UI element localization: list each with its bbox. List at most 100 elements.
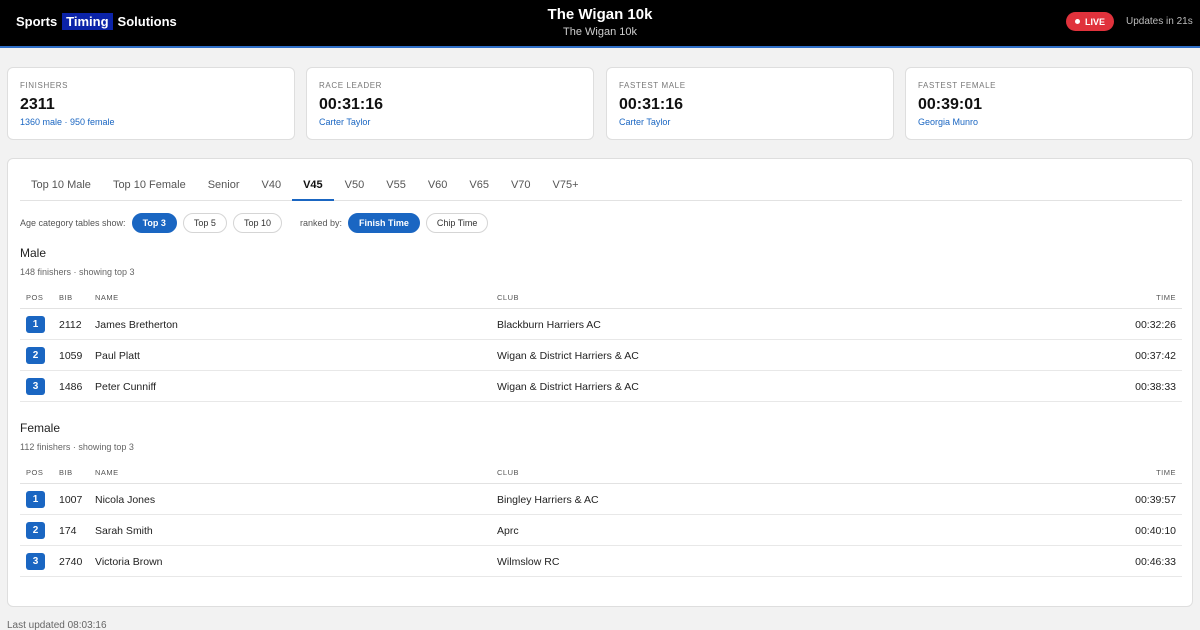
- runner-name: Peter Cunniff: [95, 381, 157, 393]
- club: Blackburn Harriers AC: [497, 319, 601, 331]
- filter-bar: Age category tables show: Top 3 Top 5 To…: [20, 213, 489, 233]
- stat-card-race-leader: RACE LEADER 00:31:16 Carter Taylor: [306, 67, 594, 140]
- ranked-label: ranked by:: [299, 218, 342, 228]
- stat-value: 00:31:16: [319, 96, 384, 113]
- club: Bingley Harriers & AC: [497, 494, 599, 506]
- male-section-title: Male: [20, 246, 47, 260]
- tab-v55[interactable]: V55: [375, 171, 417, 201]
- col-bib: BIB: [59, 293, 73, 302]
- stat-label: RACE LEADER: [319, 81, 383, 90]
- top-bar: Sports Timing Solutions The Wigan 10k Th…: [0, 0, 1200, 48]
- rank-badge: 1: [26, 491, 45, 508]
- rank-badge: 1: [26, 316, 45, 333]
- bib: 1486: [59, 381, 83, 393]
- bib: 2740: [59, 556, 83, 568]
- tab-top10-female[interactable]: Top 10 Female: [102, 171, 197, 201]
- tab-v65[interactable]: V65: [458, 171, 500, 201]
- live-badge: LIVE: [1066, 12, 1114, 31]
- tab-top10-male[interactable]: Top 10 Male: [20, 171, 102, 201]
- table-row[interactable]: 3 2740 Victoria Brown Wilmslow RC 00:46:…: [20, 546, 1182, 577]
- finish-time: 00:40:10: [1135, 525, 1176, 537]
- stat-label: FINISHERS: [20, 81, 69, 90]
- live-label: LIVE: [1084, 16, 1105, 27]
- finish-time: 00:38:33: [1135, 381, 1176, 393]
- tab-v45[interactable]: V45: [292, 171, 334, 201]
- bib: 1007: [59, 494, 83, 506]
- tab-v60[interactable]: V60: [417, 171, 459, 201]
- table-row[interactable]: 1 1007 Nicola Jones Bingley Harriers & A…: [20, 484, 1182, 515]
- tab-v75plus[interactable]: V75+: [542, 171, 590, 201]
- category-tabs: Top 10 Male Top 10 Female Senior V40 V45…: [20, 171, 1182, 201]
- stat-value: 2311: [20, 96, 55, 113]
- stat-sub-link[interactable]: Carter Taylor: [319, 117, 581, 127]
- col-pos: POS: [26, 293, 44, 302]
- results-panel: Top 10 Male Top 10 Female Senior V40 V45…: [7, 158, 1193, 607]
- table-row[interactable]: 1 2112 James Bretherton Blackburn Harrie…: [20, 309, 1182, 340]
- runner-name: Sarah Smith: [95, 525, 153, 537]
- bib: 2112: [59, 319, 82, 331]
- col-bib: BIB: [59, 468, 73, 477]
- table-row[interactable]: 2 174 Sarah Smith Aprc 00:40:10: [20, 515, 1182, 546]
- col-pos: POS: [26, 468, 44, 477]
- finish-time: 00:39:57: [1135, 494, 1176, 506]
- rank-badge: 3: [26, 553, 45, 570]
- rank-badge: 2: [26, 522, 45, 539]
- stat-card-fastest-female: FASTEST FEMALE 00:39:01 Georgia Munro: [905, 67, 1193, 140]
- club: Wilmslow RC: [497, 556, 560, 568]
- col-name: NAME: [95, 293, 119, 302]
- tab-v70[interactable]: V70: [500, 171, 542, 201]
- finish-time: 00:37:42: [1135, 350, 1176, 362]
- finish-time-button[interactable]: Finish Time: [348, 213, 420, 233]
- stat-label: FASTEST FEMALE: [918, 81, 997, 90]
- table-row[interactable]: 3 1486 Peter Cunniff Wigan & District Ha…: [20, 371, 1182, 402]
- stat-value: 00:31:16: [619, 96, 684, 113]
- bib: 1059: [59, 350, 83, 362]
- table-header: POS BIB NAME CLUB TIME: [20, 459, 1182, 484]
- update-countdown: Updates in 21s: [1126, 16, 1193, 27]
- col-club: CLUB: [497, 468, 520, 477]
- col-time: TIME: [1156, 293, 1176, 302]
- show-label: Age category tables show:: [20, 218, 126, 228]
- col-name: NAME: [95, 468, 119, 477]
- tab-v50[interactable]: V50: [334, 171, 376, 201]
- col-time: TIME: [1156, 468, 1176, 477]
- top10-button[interactable]: Top 10: [232, 213, 282, 233]
- rank-badge: 2: [26, 347, 45, 364]
- tab-senior[interactable]: Senior: [197, 171, 251, 201]
- bib: 174: [59, 525, 77, 537]
- stat-card-finishers: FINISHERS 2311 1360 male · 950 female: [7, 67, 295, 140]
- live-dot-icon: [1074, 19, 1080, 24]
- runner-name: Paul Platt: [95, 350, 140, 362]
- female-section-title: Female: [20, 421, 61, 435]
- top3-button[interactable]: Top 3: [131, 213, 177, 233]
- female-results-table: POS BIB NAME CLUB TIME 1 1007 Nicola Jon…: [20, 459, 1182, 577]
- stat-card-fastest-male: FASTEST MALE 00:31:16 Carter Taylor: [606, 67, 894, 140]
- stat-sub-link[interactable]: Carter Taylor: [619, 117, 881, 127]
- club: Wigan & District Harriers & AC: [497, 381, 639, 393]
- event-title: The Wigan 10k: [547, 6, 653, 23]
- top5-button[interactable]: Top 5: [182, 213, 227, 233]
- finish-time: 00:32:26: [1135, 319, 1176, 331]
- male-section-sub: 148 finishers · showing top 3: [20, 267, 135, 277]
- col-club: CLUB: [497, 293, 520, 302]
- club: Aprc: [497, 525, 519, 537]
- runner-name: Nicola Jones: [95, 494, 156, 506]
- tab-v40[interactable]: V40: [251, 171, 293, 201]
- stat-value: 00:39:01: [918, 96, 983, 113]
- event-subtitle: The Wigan 10k: [563, 26, 637, 38]
- stat-sub: 1360 male · 950 female: [20, 117, 115, 127]
- rank-badge: 3: [26, 378, 45, 395]
- runner-name: Victoria Brown: [95, 556, 163, 568]
- event-title-block: The Wigan 10k The Wigan 10k: [0, 6, 1200, 38]
- club: Wigan & District Harriers & AC: [497, 350, 639, 362]
- table-row[interactable]: 2 1059 Paul Platt Wigan & District Harri…: [20, 340, 1182, 371]
- runner-name: James Bretherton: [95, 319, 178, 331]
- stat-label: FASTEST MALE: [619, 81, 686, 90]
- finish-time: 00:46:33: [1135, 556, 1176, 568]
- stat-sub-link[interactable]: Georgia Munro: [918, 117, 1180, 127]
- male-results-table: POS BIB NAME CLUB TIME 1 2112 James Bret…: [20, 284, 1182, 402]
- last-updated: Last updated 08:03:16: [7, 620, 107, 630]
- chip-time-button[interactable]: Chip Time: [425, 213, 489, 233]
- female-section-sub: 112 finishers · showing top 3: [20, 442, 134, 452]
- table-header: POS BIB NAME CLUB TIME: [20, 284, 1182, 309]
